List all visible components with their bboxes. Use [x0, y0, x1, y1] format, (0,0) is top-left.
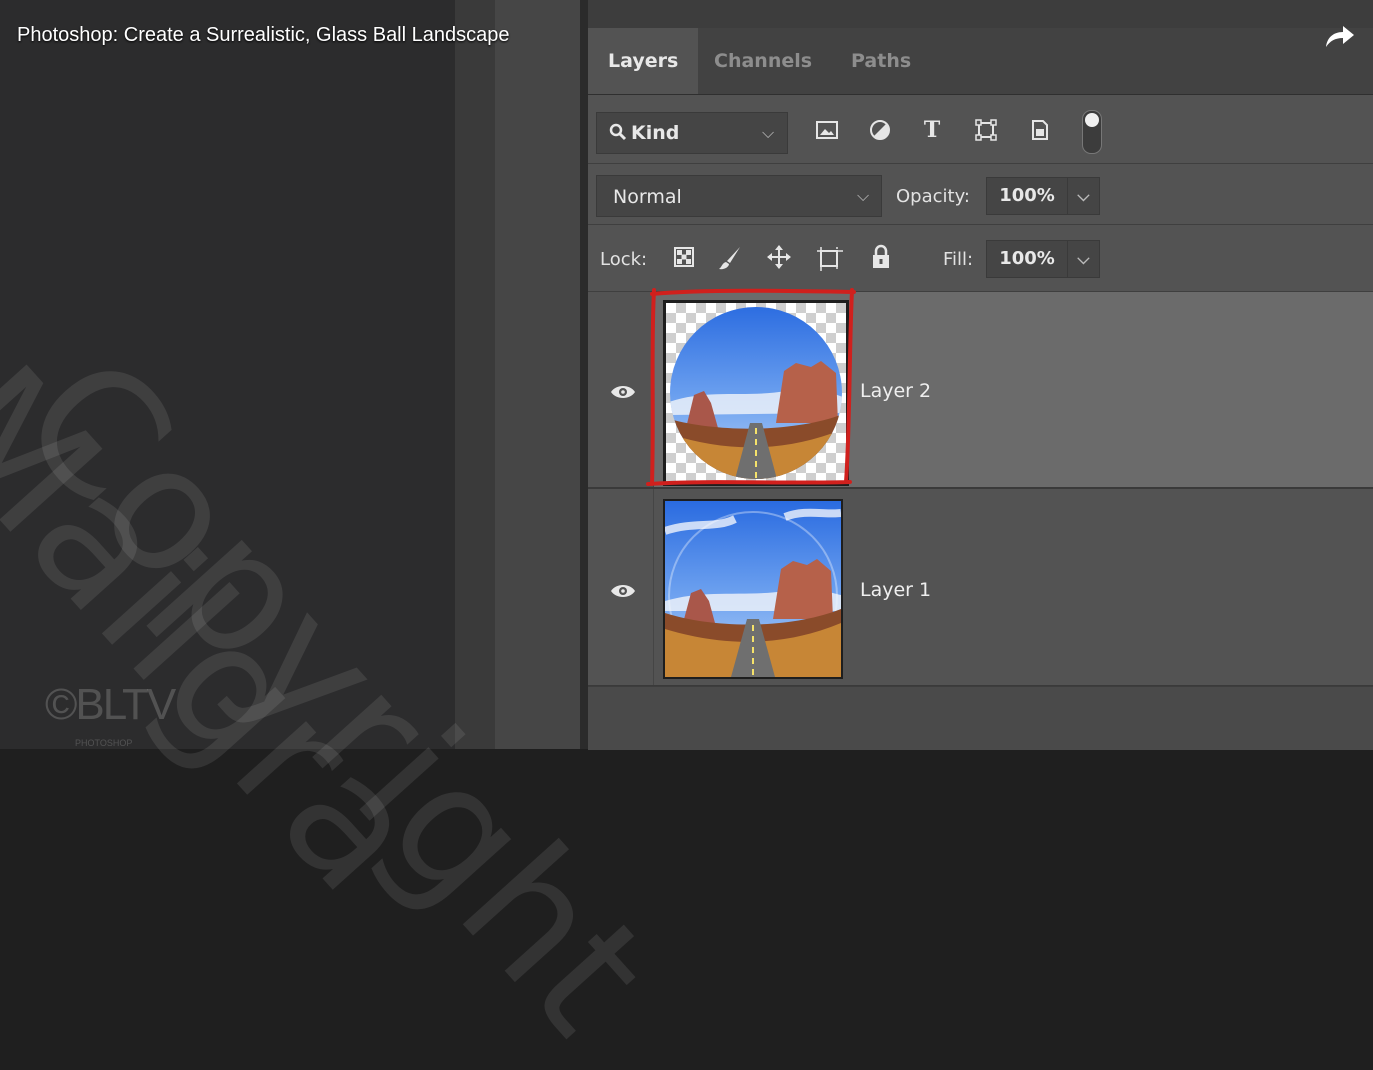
fill-slider-button[interactable]: ⌵	[1067, 240, 1100, 278]
kind-label: Kind	[631, 122, 680, 144]
tab-paths[interactable]: Paths	[851, 28, 911, 94]
layer-row-layer-1[interactable]: Layer 1	[588, 489, 1373, 686]
filter-toggle-icon[interactable]	[1082, 110, 1102, 154]
lock-transparent-pixels-icon[interactable]	[674, 247, 694, 267]
kind-filter-dropdown[interactable]: Kind ⌵	[596, 112, 788, 154]
workspace-strip	[455, 0, 495, 749]
shape-filter-icon[interactable]	[972, 116, 1000, 144]
lock-image-pixels-icon[interactable]	[718, 245, 742, 271]
panel-bottom-bar	[588, 686, 1373, 750]
lock-artboard-icon[interactable]	[816, 246, 844, 272]
image-filter-icon[interactable]	[813, 116, 841, 144]
panel-tabs: Layers Channels Paths	[588, 28, 1373, 95]
blend-mode-value: Normal	[613, 186, 682, 208]
video-background	[0, 0, 455, 749]
opacity-slider-button[interactable]: ⌵	[1067, 177, 1100, 215]
layer-name[interactable]: Layer 1	[860, 579, 931, 601]
eye-icon[interactable]	[610, 583, 636, 599]
smart-object-filter-icon[interactable]	[1026, 116, 1054, 144]
opacity-label: Opacity:	[896, 186, 970, 207]
tab-channels[interactable]: Channels	[714, 28, 812, 94]
chevron-down-icon: ⌵	[1077, 249, 1090, 268]
layers-panel: Layers Channels Paths Kind ⌵ T Normal ⌵ …	[588, 0, 1373, 749]
fill-label: Fill:	[943, 249, 974, 270]
blend-mode-dropdown[interactable]: Normal ⌵	[596, 175, 882, 217]
lock-label: Lock:	[600, 249, 648, 270]
lock-row	[588, 225, 1373, 292]
fill-input[interactable]: 100%	[986, 240, 1068, 278]
opacity-input[interactable]: 100%	[986, 177, 1068, 215]
channel-logo-subtitle: PHOTOSHOP	[75, 738, 133, 748]
workspace-strip	[495, 0, 580, 749]
lock-position-icon[interactable]	[766, 244, 792, 270]
chevron-down-icon: ⌵	[1077, 186, 1090, 205]
panel-divider	[580, 0, 588, 749]
video-title[interactable]: Photoshop: Create a Surrealistic, Glass …	[17, 24, 510, 47]
highlight-annotation	[646, 288, 856, 486]
eye-icon[interactable]	[610, 384, 636, 400]
landscape-image	[665, 501, 841, 677]
lock-all-icon[interactable]	[870, 244, 892, 270]
channel-logo: ©BLTV	[45, 680, 176, 729]
share-arrow-icon[interactable]	[1325, 24, 1355, 48]
chevron-down-icon: ⌵	[762, 123, 775, 142]
type-filter-icon[interactable]: T	[918, 116, 946, 144]
layer-row-layer-2[interactable]: Layer 2	[588, 288, 1373, 489]
search-icon	[609, 123, 627, 141]
chevron-down-icon: ⌵	[857, 186, 870, 205]
panel-header-bar	[588, 0, 1373, 29]
layer-name[interactable]: Layer 2	[860, 380, 931, 402]
adjustment-filter-icon[interactable]	[866, 116, 894, 144]
tab-layers[interactable]: Layers	[588, 28, 699, 94]
layer-thumbnail[interactable]	[663, 499, 843, 679]
